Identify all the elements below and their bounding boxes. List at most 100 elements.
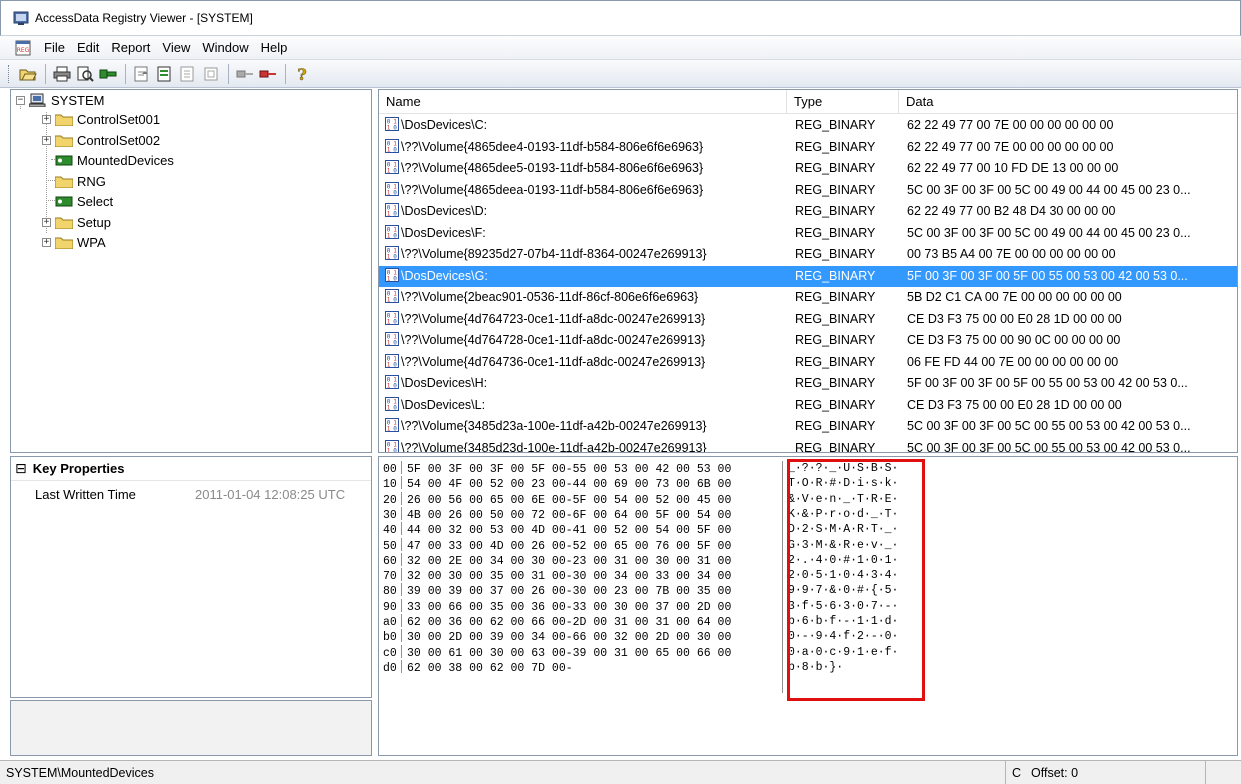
value-name: \??\Volume{4d764736-0ce1-11df-a8dc-00247… [401,354,706,369]
svg-text:1: 1 [387,297,391,304]
hex-line[interactable]: 20 26 00 56 00 65 00 6E 00-5F 00 54 00 52… [383,491,731,507]
table-row[interactable]: 0 1 1 0 \DosDevices\F: REG_BINARY 5C 00 3F 00 … [379,223,1237,245]
hex-line[interactable]: 40 44 00 32 00 53 00 4D 00-41 00 52 00 54… [383,522,731,537]
cell-data: 06 FE FD 44 00 7E 00 00 00 00 00 00 [907,354,1119,369]
expand-icon[interactable]: + [42,237,51,247]
registry-tree[interactable]: − SYSTEM + ControlSet001 + ControlSet002… [10,89,372,453]
menu-file[interactable]: File [38,40,71,55]
hex-bytes: 30 00 61 00 30 00 63 00-39 00 31 00 65 0… [407,646,732,660]
cell-name: 0 1 1 0 \??\Volume{2beac901-0536-11df-86cf-8… [385,287,785,309]
column-type[interactable]: Type [787,90,899,114]
hex-line[interactable]: d0 62 00 38 00 62 00 7D 00- [383,659,573,675]
report-add-button[interactable] [131,63,153,85]
binary-value-icon: 0 11 0 [385,310,399,325]
table-row[interactable]: 0 1 1 0 \DosDevices\G: REG_BINARY 5F 00 3F 00 … [379,265,1237,287]
document-icon[interactable]: REG [14,40,32,56]
properties-header[interactable]: ⊟ Key Properties [11,457,371,481]
toolbar-separator [285,63,286,84]
hex-line[interactable]: 30 4B 00 26 00 50 00 72 00-6F 00 64 00 5F… [383,506,731,522]
table-row[interactable]: 0 1 1 0 \DosDevices\H: REG_BINARY 5F 00 3F 00 … [379,373,1237,395]
print-button[interactable] [51,63,73,85]
hex-line[interactable]: 60 32 00 2E 00 34 00 30 00-23 00 31 00 30… [383,552,732,568]
hex-line[interactable]: 90 33 00 66 00 35 00 36 00-33 00 30 00 37… [383,598,731,614]
hex-view[interactable]: 00 5F 00 3F 00 3F 00 5F 00-55 00 53 00 42… [378,456,1238,756]
tree-item-label: ControlSet002 [77,132,161,148]
collapse-icon[interactable]: ⊟ [15,460,27,477]
table-row[interactable]: 0 1 1 0 \DosDevices\L: REG_BINARY CE D3 F3 75 … [379,395,1237,417]
tree-item-setup[interactable]: + Setup [42,212,111,232]
menu-help[interactable]: Help [255,40,294,55]
cell-name: 0 1 1 0 \??\Volume{3485d23a-100e-11df-a42b-0… [385,416,785,438]
report-edit-button[interactable] [154,63,176,85]
help-icon: ? [297,65,307,83]
menu-window[interactable]: Window [196,40,254,55]
tree-item-controlset002[interactable]: + ControlSet002 [42,130,160,150]
hex-bytes: 54 00 4F 00 52 00 23 00-44 00 69 00 73 0… [407,478,732,492]
hex-line[interactable]: 10 54 00 4F 00 52 00 23 00-44 00 69 00 73… [383,476,731,491]
table-row[interactable]: 0 1 1 0 \??\Volume{3485d23a-100e-11df-a42b-0… [379,416,1237,438]
key-export-button[interactable] [97,63,119,85]
hex-line[interactable]: 00 5F 00 3F 00 3F 00 5F 00-55 00 53 00 42… [383,461,731,476]
table-row[interactable]: 0 1 1 0 \??\Volume{4d764736-0ce1-11df-a8dc-0… [379,352,1237,374]
hex-line[interactable]: a0 62 00 36 00 62 00 66 00-2D 00 31 00 31… [383,614,731,629]
tree-item-wpa[interactable]: + WPA [42,232,106,252]
hex-bytes: 32 00 2E 00 34 00 30 00-23 00 31 00 30 0… [407,554,732,568]
cell-name: 0 1 1 0 \DosDevices\H: [385,373,785,395]
table-row[interactable]: 0 1 1 0 \??\Volume{4865dee4-0193-11df-b584-8… [379,137,1237,159]
table-row[interactable]: 0 1 1 0 \??\Volume{4d764723-0ce1-11df-a8dc-0… [379,309,1237,331]
table-row[interactable]: 0 1 1 0 \??\Volume{89235d27-07b4-11df-8364-0… [379,244,1237,266]
report-view-button[interactable] [177,63,199,85]
cell-name: 0 1 1 0 \??\Volume{4d764723-0ce1-11df-a8dc-0… [385,309,785,331]
menu-report[interactable]: Report [105,40,156,55]
menu-edit[interactable]: Edit [71,40,105,55]
highlight-box [787,459,925,701]
print-preview-button[interactable] [74,63,96,85]
column-name[interactable]: Name [379,90,787,114]
property-row[interactable]: Last Written Time 2011-01-04 12:08:25 UT… [11,483,371,505]
column-data[interactable]: Data [899,90,1237,114]
cell-data: 62 22 49 77 00 7E 00 00 00 00 00 00 [907,139,1114,154]
cell-name: 0 1 1 0 \??\Volume{4d764728-0ce1-11df-a8dc-0… [385,330,785,352]
table-row[interactable]: 0 1 1 0 \DosDevices\D: REG_BINARY 62 22 49 77 … [379,201,1237,223]
table-row[interactable]: 0 1 1 0 \??\Volume{4d764728-0ce1-11df-a8dc-0… [379,330,1237,352]
tree-item-mounteddevices[interactable]: MountedDevices [55,150,174,170]
table-row[interactable]: 0 1 1 0 \??\Volume{2beac901-0536-11df-86cf-8… [379,287,1237,309]
expand-icon[interactable]: + [42,217,51,227]
key-left-button[interactable] [234,63,256,85]
cell-type: REG_BINARY [795,311,876,326]
open-folder-button[interactable] [17,63,39,85]
hex-line[interactable]: 70 32 00 30 00 35 00 31 00-30 00 34 00 33… [383,568,731,583]
folder-icon [55,237,73,249]
table-row[interactable]: 0 1 1 0 \DosDevices\C: REG_BINARY 62 22 49 77 … [379,115,1237,137]
tree-item-select[interactable]: Select [55,191,113,211]
tree-item-controlset001[interactable]: + ControlSet001 [42,109,160,129]
toolbar-grip[interactable] [8,64,11,83]
hex-line[interactable]: 50 47 00 33 00 4D 00 26 00-52 00 65 00 76… [383,537,731,553]
table-row[interactable]: 0 1 1 0 \??\Volume{4865deea-0193-11df-b584-8… [379,180,1237,202]
cell-type: REG_BINARY [795,290,876,304]
menu-view[interactable]: View [156,40,196,55]
collapse-icon[interactable]: − [16,95,25,105]
value-name: \DosDevices\F: [401,225,486,240]
hex-bytes: 5F 00 3F 00 3F 00 5F 00-55 00 53 00 42 0… [407,463,732,476]
svg-text:1: 1 [387,361,391,368]
svg-text:1: 1 [387,275,391,282]
tree-item-rng[interactable]: RNG [55,171,106,191]
table-row[interactable]: 0 1 1 0 \??\Volume{3485d23d-100e-11df-a42b-0… [379,438,1237,453]
svg-text:1: 1 [387,447,391,453]
report-button[interactable] [200,63,222,85]
values-list[interactable]: Name Type Data 0 1 1 0 \DosDevices\C: REG_BIN… [378,89,1238,453]
cell-type: REG_BINARY [795,397,876,412]
key-right-button[interactable] [257,63,279,85]
hex-line[interactable]: c0 30 00 61 00 30 00 63 00-39 00 31 00 65… [383,644,732,660]
value-name: \??\Volume{4865dee5-0193-11df-b584-806e6… [401,161,704,175]
expand-icon[interactable]: + [42,135,51,145]
hex-line[interactable]: 80 39 00 39 00 37 00 26 00-30 00 23 00 7B… [383,583,731,598]
table-row[interactable]: 0 1 1 0 \??\Volume{4865dee5-0193-11df-b584-8… [379,158,1237,180]
report-edit-icon [157,66,171,81]
hex-line[interactable]: b0 30 00 2D 00 39 00 34 00-66 00 32 00 2D… [383,629,731,644]
expand-icon[interactable]: + [42,114,51,124]
help-button[interactable]: ? [291,63,313,85]
tree-item-system[interactable]: − SYSTEM [16,90,104,110]
svg-text:?: ? [297,65,306,83]
